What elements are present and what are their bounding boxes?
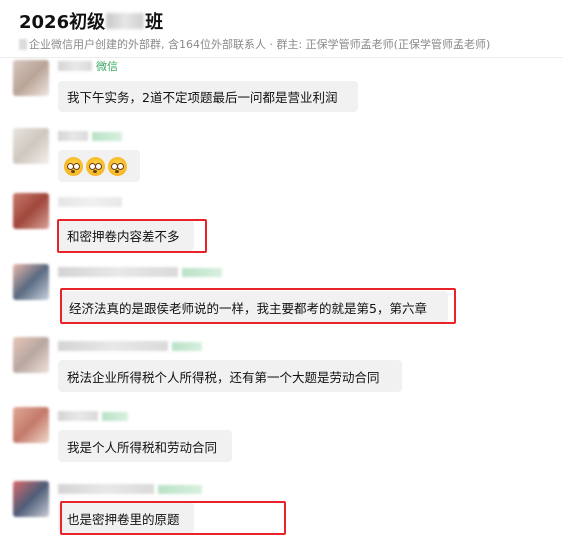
message-bubble[interactable]: 税法企业所得税个人所得税，还有第一个大题是劳动合同 <box>58 360 402 392</box>
flushed-face-icon <box>64 156 83 176</box>
avatar[interactable] <box>13 481 49 517</box>
redacted-sender-tag <box>102 411 128 421</box>
message-list[interactable]: 微信 我下午实务，2道不定项题最后一问都是营业利润 和密押卷内容差不多 经济法真… <box>0 58 563 554</box>
redacted-sender-tag <box>172 341 202 351</box>
flushed-face-icon <box>108 156 127 176</box>
redacted-subtitle-part <box>19 38 27 50</box>
wechat-tag: 微信 <box>96 60 118 73</box>
avatar[interactable] <box>13 264 49 300</box>
message-text: 我是个人所得税和劳动合同 <box>67 439 218 455</box>
redacted-sender-name <box>58 267 178 277</box>
group-title[interactable]: 2026初级 班 <box>19 8 163 34</box>
chat-header: 2026初级 班 企业微信用户创建的外部群, 含164位外部联系人 · 群主: … <box>0 0 563 58</box>
sender-name <box>58 483 202 495</box>
avatar[interactable] <box>13 193 49 229</box>
message-text: 税法企业所得税个人所得税，还有第一个大题是劳动合同 <box>67 369 380 385</box>
message-bubble[interactable]: 我是个人所得税和劳动合同 <box>58 430 232 462</box>
redacted-sender-tag <box>92 131 122 141</box>
redacted-sender-name <box>58 197 122 207</box>
avatar[interactable] <box>13 407 49 443</box>
message-bubble[interactable]: 和密押卷内容差不多 <box>58 220 194 251</box>
sender-name <box>58 266 222 278</box>
message-text: 也是密押卷里的原题 <box>67 511 180 527</box>
sender-name <box>58 340 202 352</box>
redacted-sender-name <box>58 484 154 494</box>
avatar[interactable] <box>13 60 49 96</box>
redacted-sender-tag <box>182 267 222 277</box>
redacted-sender-name <box>58 341 168 351</box>
sender-name <box>58 410 128 422</box>
sender-name: 微信 <box>58 60 118 73</box>
redacted-title-part <box>106 13 145 29</box>
group-description: 企业微信用户创建的外部群, 含164位外部联系人 · 群主: 正保学管师孟老师(… <box>29 38 491 51</box>
redacted-sender-name <box>58 131 88 141</box>
message-bubble[interactable]: 经济法真的是跟侯老师说的一样，我主要都考的就是第5，第六章 <box>60 291 448 323</box>
avatar[interactable] <box>13 337 49 373</box>
avatar[interactable] <box>13 128 49 164</box>
group-title-suffix: 班 <box>145 12 164 33</box>
redacted-sender-name <box>58 411 98 421</box>
sender-name <box>58 196 126 208</box>
message-text: 经济法真的是跟侯老师说的一样，我主要都考的就是第5，第六章 <box>69 300 427 316</box>
flushed-face-icon <box>86 156 105 176</box>
group-title-prefix: 2026初级 <box>19 12 106 33</box>
redacted-sender-name <box>58 61 92 71</box>
message-text: 我下午实务，2道不定项题最后一问都是营业利润 <box>67 90 338 105</box>
sender-name <box>58 130 122 142</box>
group-subtitle: 企业微信用户创建的外部群, 含164位外部联系人 · 群主: 正保学管师孟老师(… <box>19 36 490 52</box>
redacted-sender-tag <box>158 484 202 494</box>
message-bubble[interactable]: 我下午实务，2道不定项题最后一问都是营业利润 <box>58 81 358 112</box>
message-text: 和密押卷内容差不多 <box>67 229 180 244</box>
message-bubble[interactable]: 也是密押卷里的原题 <box>58 502 194 534</box>
message-bubble[interactable] <box>58 150 140 182</box>
